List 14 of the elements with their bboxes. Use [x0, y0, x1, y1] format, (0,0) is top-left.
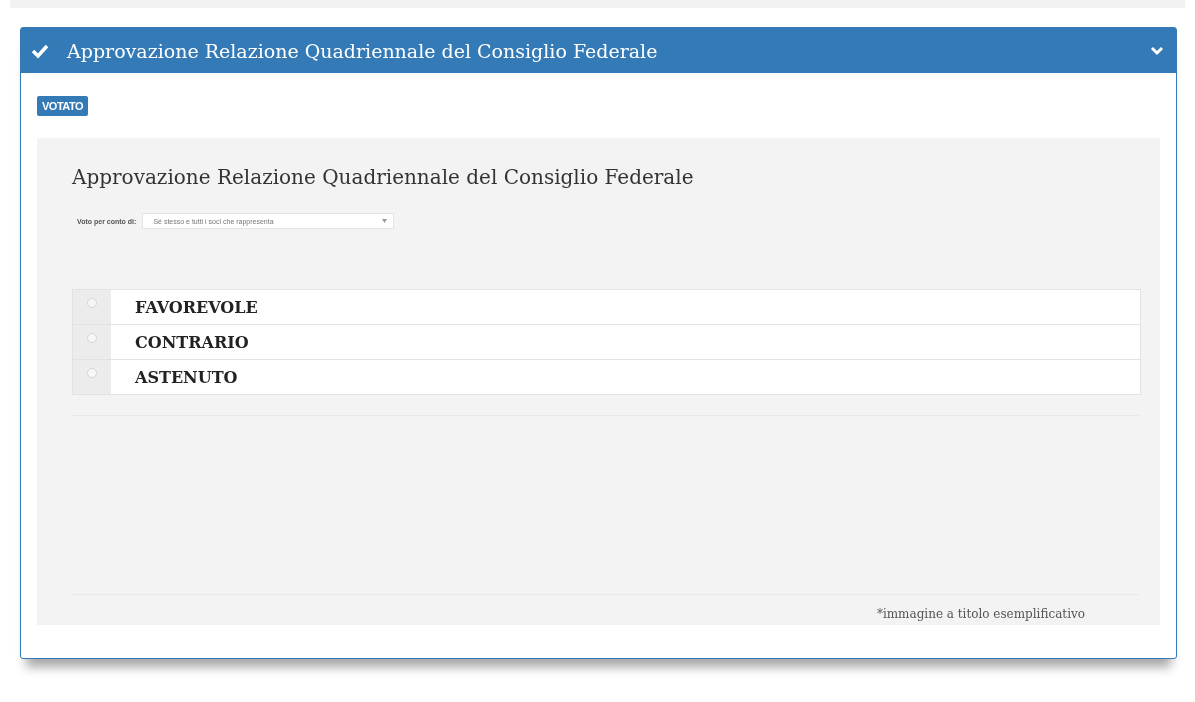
option-label[interactable]: CONTRARIO: [111, 325, 1140, 359]
radio-button[interactable]: [87, 298, 97, 308]
panel-title: Approvazione Relazione Quadriennale del Consiglio Federale: [67, 39, 659, 62]
check-icon: [31, 42, 49, 59]
chevron-icon[interactable]: [1150, 45, 1164, 56]
footnote: *immagine a titolo esemplificativo: [876, 607, 1085, 621]
ballot-title: Approvazione Relazione Quadriennale del Consiglio Federale: [72, 165, 695, 189]
option-label[interactable]: FAVOREVOLE: [111, 290, 1140, 324]
panel-header[interactable]: Approvazione Relazione Quadriennale del Consiglio Federale: [21, 28, 1176, 73]
option-label[interactable]: ASTENUTO: [111, 360, 1140, 394]
caret-icon: [382, 219, 388, 223]
radio-button[interactable]: [87, 368, 97, 378]
status-badge: VOTATO: [37, 96, 88, 116]
radio-button[interactable]: [87, 333, 97, 343]
